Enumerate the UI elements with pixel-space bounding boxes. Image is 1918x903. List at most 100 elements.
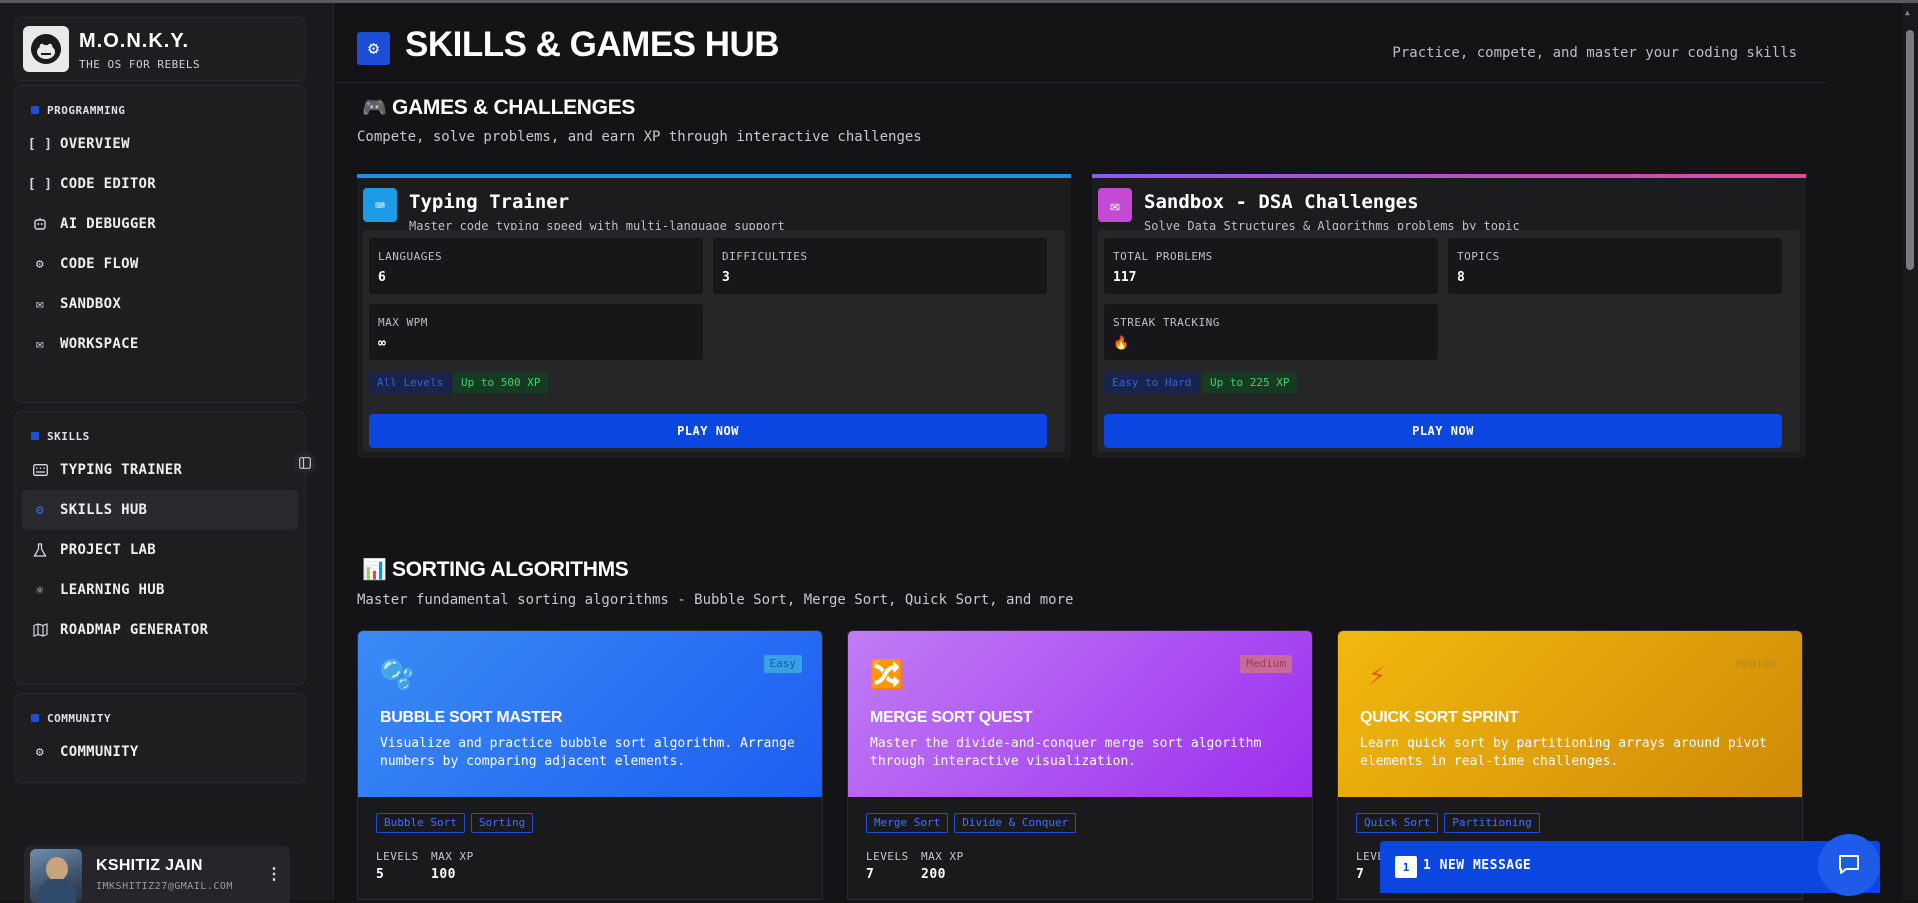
keyboard-icon: ⌨ — [363, 188, 397, 222]
tag: Partitioning — [1444, 813, 1540, 833]
gear-icon: ⚙ — [357, 32, 390, 65]
tag: Bubble Sort — [376, 813, 465, 833]
lightning-icon: ⚡ — [1368, 657, 1386, 691]
algo-title: QUICK SORT SPRINT — [1360, 709, 1519, 726]
algo-title: BUBBLE SORT MASTER — [380, 709, 563, 726]
algo-description: Master the divide-and-conquer merge sort… — [870, 736, 1262, 769]
play-now-button[interactable]: PLAY NOW — [1104, 414, 1782, 448]
brackets-icon: [ ] — [27, 176, 53, 192]
keyboard-icon — [32, 462, 48, 478]
game-title: Sandbox - DSA Challenges — [1144, 191, 1419, 213]
mail-icon: ✉ — [35, 336, 45, 352]
page-title: SKILLS & GAMES HUB — [405, 25, 780, 64]
gear-icon: ⚙ — [35, 744, 45, 760]
algo-description: Learn quick sort by partitioning arrays … — [1360, 736, 1767, 769]
tag: Merge Sort — [866, 813, 949, 833]
monkey-logo-icon — [23, 26, 69, 72]
brand-title: M.O.N.K.Y. — [79, 30, 190, 52]
max-xp-meta: MAX XP 100 — [431, 850, 474, 882]
brackets-icon: [ ] — [27, 136, 53, 152]
fire-icon: 🔥 — [1113, 336, 1130, 351]
sidebar-item-ai-debugger[interactable]: AI DEBUGGER — [22, 204, 298, 244]
nav-group-title: SKILLS — [15, 422, 305, 450]
sidebar-item-workspace[interactable]: ✉ WORKSPACE — [22, 324, 298, 364]
sidebar-item-roadmap-generator[interactable]: ROADMAP GENERATOR — [22, 610, 298, 650]
section-title-sorting: 📊 SORTING ALGORITHMS — [362, 557, 629, 582]
xp-chip: Up to 500 XP — [453, 372, 549, 394]
sidebar-item-code-editor[interactable]: [ ] CODE EDITOR — [22, 164, 298, 204]
sidebar-item-learning-hub[interactable]: ⚛ LEARNING HUB — [22, 570, 298, 610]
play-now-button[interactable]: PLAY NOW — [369, 414, 1047, 448]
bot-icon — [32, 216, 48, 232]
section-subtitle-games: Compete, solve problems, and earn XP thr… — [357, 129, 922, 145]
game-card-body: TOTAL PROBLEMS 117 TOPICS 8 STREAK TRACKIN… — [1098, 230, 1800, 452]
page-header: ⚙ SKILLS & GAMES HUB Practice, compete, … — [335, 3, 1827, 83]
user-name: KSHITIZ JAIN — [96, 857, 203, 874]
difficulty-badge: Easy — [763, 655, 802, 673]
levels-meta: LEVELS 5 — [376, 850, 419, 882]
tag: Sorting — [470, 813, 534, 833]
tag: Quick Sort — [1356, 813, 1439, 833]
page-subtitle: Practice, compete, and master your codin… — [1392, 45, 1797, 61]
nav-group-community: COMMUNITY ⚙ COMMUNITY — [14, 693, 306, 783]
level-chip: All Levels — [369, 372, 452, 394]
brand-subtitle: THE OS FOR REBELS — [79, 58, 201, 71]
gamepad-icon: 🎮 — [362, 97, 387, 119]
algo-title: MERGE SORT QUEST — [870, 709, 1033, 726]
brand-header[interactable]: M.O.N.K.Y. THE OS FOR REBELS — [14, 17, 306, 81]
card-accent-bar — [1092, 174, 1806, 178]
section-title-games: 🎮 GAMES & CHALLENGES — [362, 95, 636, 120]
bar-chart-icon: 📊 — [362, 559, 387, 581]
game-card-body: LANGUAGES 6 DIFFICULTIES 3 MAX WPM ∞ All Le… — [363, 230, 1065, 452]
nav-group-title: PROGRAMMING — [15, 96, 305, 124]
shuffle-icon: 🔀 — [869, 657, 905, 691]
sidebar-item-code-flow[interactable]: ⚙ CODE FLOW — [22, 244, 298, 284]
chat-icon[interactable] — [1818, 834, 1880, 896]
sidebar-item-typing-trainer[interactable]: TYPING TRAINER — [22, 450, 298, 490]
user-profile[interactable]: KSHITIZ JAIN IMKSHITIZ27@GMAIL.COM ⋮ — [24, 846, 290, 903]
atom-icon: ⚛ — [35, 582, 45, 598]
game-card-sandbox-dsa: ✉ Sandbox - DSA Challenges Solve Data St… — [1092, 174, 1806, 458]
algo-card-merge-sort[interactable]: 🔀 Medium MERGE SORT QUEST Master the div… — [847, 630, 1313, 900]
mail-icon: ✉ — [35, 296, 45, 312]
scrollbar-thumb[interactable] — [1906, 30, 1914, 270]
sidebar-item-community[interactable]: ⚙ COMMUNITY — [22, 732, 298, 772]
avatar — [30, 849, 82, 903]
algo-tags: Bubble Sort Sorting — [376, 813, 534, 833]
sidebar-item-overview[interactable]: [ ] OVERVIEW — [22, 124, 298, 164]
map-icon — [32, 622, 48, 638]
stat-difficulties: DIFFICULTIES 3 — [713, 238, 1047, 294]
card-accent-bar — [357, 174, 1071, 178]
level-chip: Easy to Hard — [1104, 372, 1200, 394]
user-email: IMKSHITIZ27@GMAIL.COM — [96, 881, 233, 892]
levels-meta: LEVELS 7 — [866, 850, 909, 882]
scroll-up-icon[interactable]: ▲ — [1905, 8, 1915, 18]
game-card-typing-trainer: ⌨ Typing Trainer Master code typing spee… — [357, 174, 1071, 458]
section-subtitle-sorting: Master fundamental sorting algorithms - … — [357, 592, 1074, 608]
gear-icon: ⚙ — [35, 502, 45, 518]
sidebar-collapse-icon[interactable] — [294, 452, 316, 474]
flask-icon — [32, 542, 48, 558]
message-label: 1 NEW MESSAGE — [1423, 858, 1532, 873]
algo-card-bubble-sort[interactable]: 🫧 Easy BUBBLE SORT MASTER Visualize and … — [357, 630, 823, 900]
difficulty-badge: Medium — [1736, 657, 1776, 670]
sidebar-item-skills-hub[interactable]: ⚙ SKILLS HUB — [22, 490, 298, 530]
stat-max-wpm: MAX WPM ∞ — [369, 304, 703, 360]
algo-tags: Merge Sort Divide & Conquer — [866, 813, 1077, 833]
nav-group-skills: SKILLS TYPING TRAINER ⚙ SKILLS HUB PROJEC… — [14, 411, 306, 685]
bubbles-icon: 🫧 — [379, 657, 415, 691]
main-content: ⚙ SKILLS & GAMES HUB Practice, compete, … — [335, 3, 1827, 900]
stat-languages: LANGUAGES 6 — [369, 238, 703, 294]
max-xp-meta: MAX XP 200 — [921, 850, 964, 882]
sidebar-item-sandbox[interactable]: ✉ SANDBOX — [22, 284, 298, 324]
new-message-bar[interactable]: 1 1 NEW MESSAGE — [1380, 841, 1880, 893]
xp-chip: Up to 225 XP — [1202, 372, 1298, 394]
sidebar: M.O.N.K.Y. THE OS FOR REBELS PROGRAMMING… — [0, 3, 334, 903]
nav-group-programming: PROGRAMMING [ ] OVERVIEW [ ] CODE EDITOR A… — [14, 85, 306, 403]
nav-group-title: COMMUNITY — [15, 704, 305, 732]
more-vertical-icon[interactable]: ⋮ — [266, 864, 282, 883]
tag: Divide & Conquer — [954, 813, 1077, 833]
sidebar-item-project-lab[interactable]: PROJECT LAB — [22, 530, 298, 570]
mail-icon: ✉ — [1098, 188, 1132, 222]
stat-topics: TOPICS 8 — [1448, 238, 1782, 294]
